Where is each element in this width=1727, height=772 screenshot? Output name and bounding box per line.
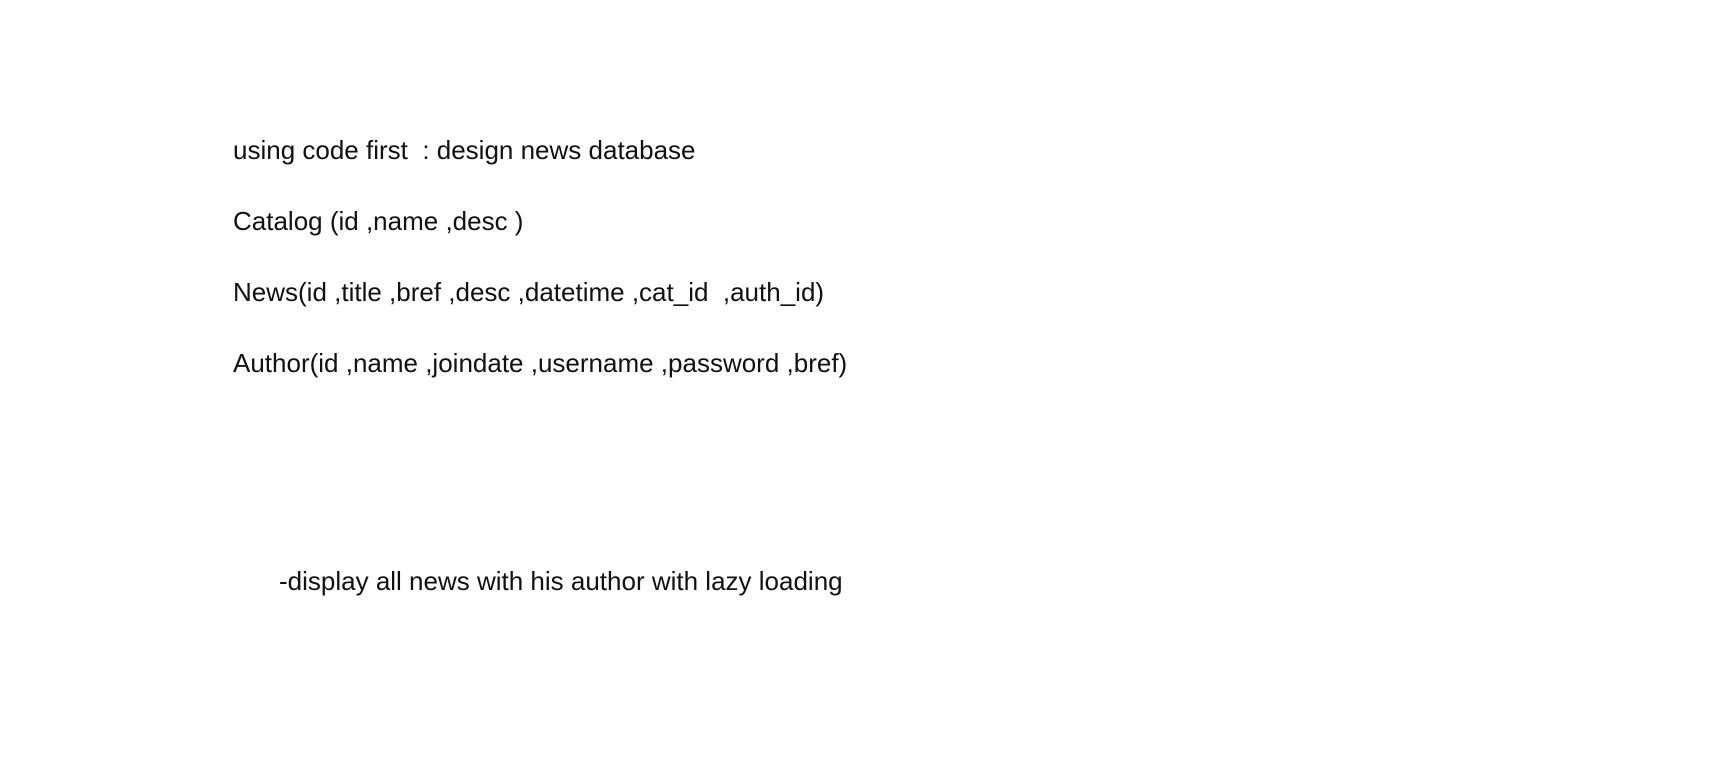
intro-text: using code first : design news database xyxy=(233,135,696,165)
task-text: -display all news with his author with l… xyxy=(279,566,843,596)
news-schema-text: News(id ,title ,bref ,desc ,datetime ,ca… xyxy=(233,277,825,307)
document-page: using code first : design news database … xyxy=(0,0,1727,772)
catalog-schema-text: Catalog (id ,name ,desc ) xyxy=(233,206,524,236)
author-schema-text: Author(id ,name ,joindate ,username ,pas… xyxy=(233,348,848,378)
